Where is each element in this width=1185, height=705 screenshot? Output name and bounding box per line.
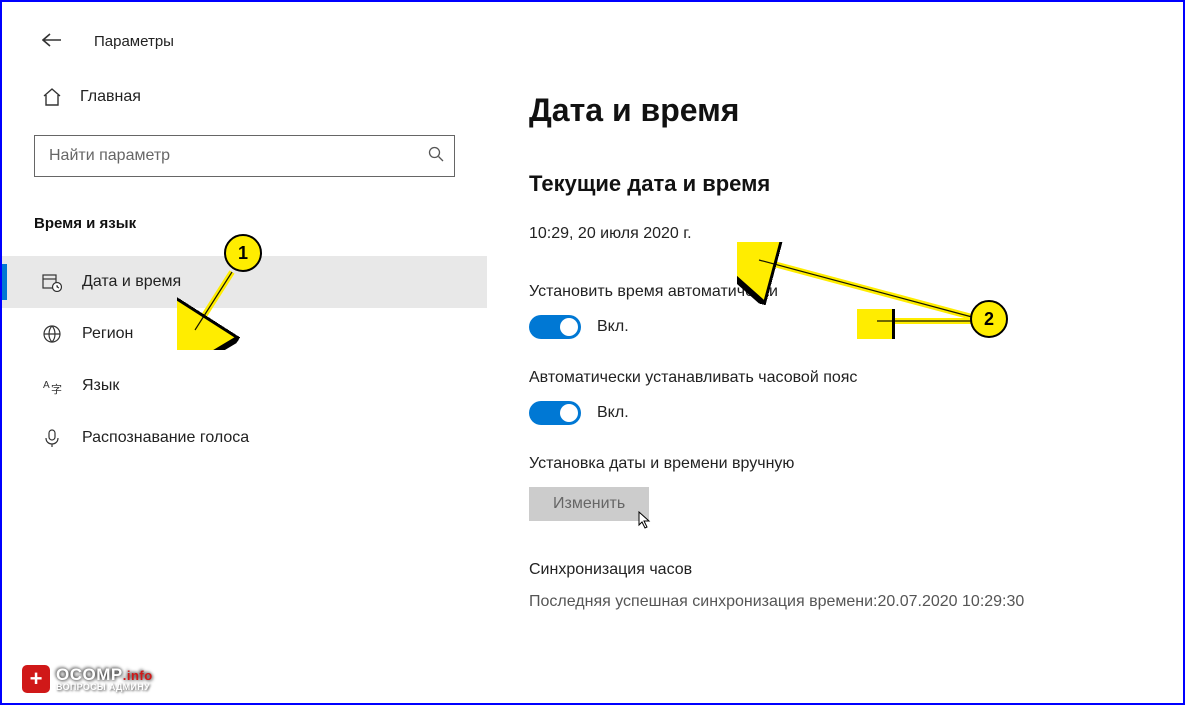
sidebar-item-language[interactable]: A字 Язык xyxy=(2,360,487,412)
section-title-current: Текущие дата и время xyxy=(529,171,1143,197)
auto-timezone-state: Вкл. xyxy=(597,404,629,422)
home-icon xyxy=(42,87,62,107)
watermark-sub: ВОПРОСЫ АДМИНУ xyxy=(56,683,153,692)
microphone-icon xyxy=(42,428,62,448)
svg-text:字: 字 xyxy=(51,382,62,396)
search-icon xyxy=(428,146,444,167)
back-arrow-icon[interactable] xyxy=(42,30,62,53)
manual-set-label: Установка даты и времени вручную xyxy=(529,455,1143,473)
annotation-arrow-1 xyxy=(177,260,257,350)
main-heading: Дата и время xyxy=(529,92,1143,129)
watermark-plus-icon: + xyxy=(22,665,50,693)
current-datetime: 10:29, 20 июля 2020 г. xyxy=(529,225,1143,243)
page-title: Параметры xyxy=(94,33,174,50)
watermark-main: OCOMP.info xyxy=(56,666,153,683)
main-panel: Дата и время Текущие дата и время 10:29,… xyxy=(487,2,1183,703)
sidebar: Параметры Главная Найти параметр Время и… xyxy=(2,2,487,703)
sidebar-item-label: Дата и время xyxy=(82,273,181,291)
language-icon: A字 xyxy=(42,376,62,396)
cursor-icon xyxy=(637,511,655,531)
search-placeholder: Найти параметр xyxy=(49,147,428,165)
sidebar-item-label: Регион xyxy=(82,325,133,343)
change-button[interactable]: Изменить xyxy=(529,487,649,521)
sidebar-item-label: Язык xyxy=(82,377,119,395)
annotation-badge-1: 1 xyxy=(224,234,262,272)
svg-text:A: A xyxy=(43,380,50,391)
auto-time-state: Вкл. xyxy=(597,318,629,336)
sidebar-item-home[interactable]: Главная xyxy=(2,77,487,127)
search-input[interactable]: Найти параметр xyxy=(34,135,455,177)
sync-title: Синхронизация часов xyxy=(529,561,1143,579)
calendar-clock-icon xyxy=(42,272,62,292)
auto-time-toggle[interactable] xyxy=(529,315,581,339)
sidebar-item-speech[interactable]: Распознавание голоса xyxy=(2,412,487,464)
watermark: + OCOMP.info ВОПРОСЫ АДМИНУ xyxy=(22,665,153,693)
annotation-badge-2: 2 xyxy=(970,300,1008,338)
header-row: Параметры xyxy=(2,22,487,77)
auto-timezone-toggle[interactable] xyxy=(529,401,581,425)
sidebar-item-label: Главная xyxy=(80,88,141,106)
sidebar-item-label: Распознавание голоса xyxy=(82,429,249,447)
auto-timezone-label: Автоматически устанавливать часовой пояс xyxy=(529,369,1143,387)
globe-icon xyxy=(42,324,62,344)
sync-text: Последняя успешная синхронизация времени… xyxy=(529,593,1143,611)
